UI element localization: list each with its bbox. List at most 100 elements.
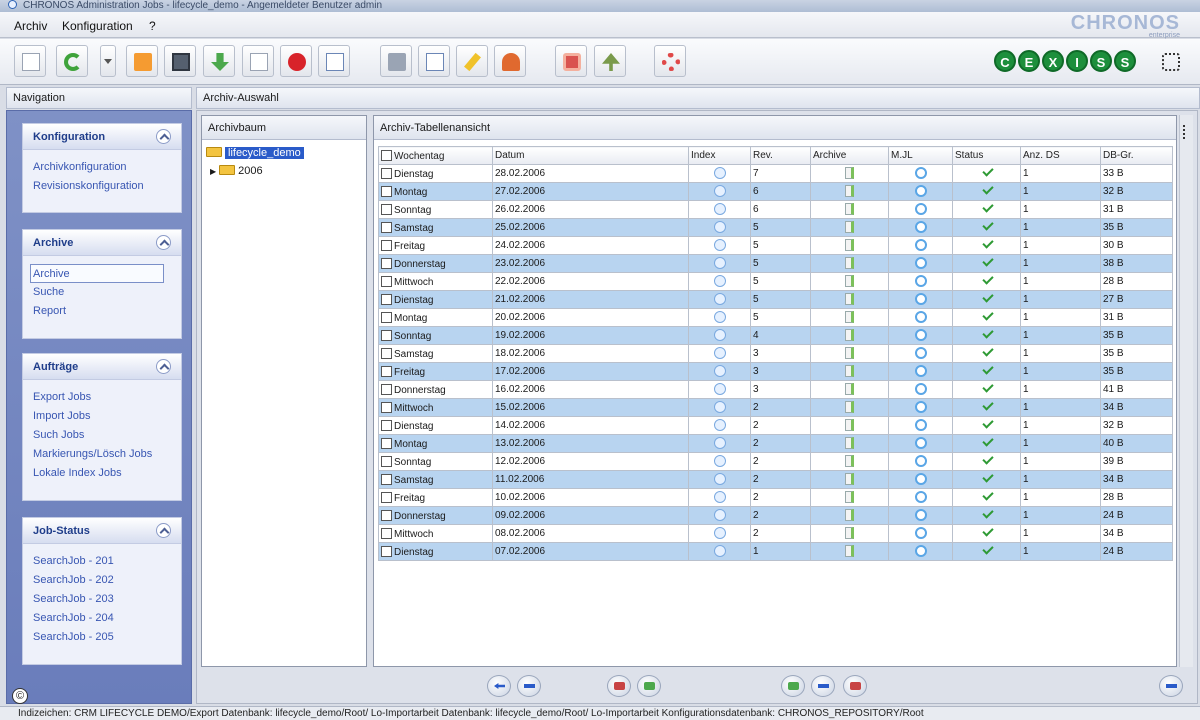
column-header-mjl[interactable]: M.JL: [888, 146, 953, 165]
mjl-icon[interactable]: [914, 491, 927, 503]
table-row[interactable]: Sonntag 19.02.2006 4 1 35 B: [378, 326, 1173, 345]
column-header-status[interactable]: Status: [952, 146, 1021, 165]
nav-group-header[interactable]: Job-Status: [23, 518, 181, 544]
nav-item-searchjob-203[interactable]: SearchJob - 203: [33, 590, 181, 609]
table-row[interactable]: Sonntag 12.02.2006 2 1 39 B: [378, 452, 1173, 471]
row-checkbox[interactable]: [381, 257, 392, 269]
mjl-icon[interactable]: [914, 545, 927, 557]
edit-button[interactable]: [456, 45, 488, 77]
mark-button[interactable]: [637, 675, 661, 697]
mjl-icon[interactable]: [914, 347, 927, 359]
side-scrollbar[interactable]: [1179, 115, 1193, 667]
delete-job-button[interactable]: [843, 675, 867, 697]
archive-file-icon[interactable]: [845, 365, 854, 377]
row-checkbox[interactable]: [381, 545, 392, 557]
mjl-icon[interactable]: [914, 311, 927, 323]
table-row[interactable]: Donnerstag 23.02.2006 5 1 38 B: [378, 254, 1173, 273]
download-button[interactable]: [203, 45, 235, 77]
mjl-icon[interactable]: [914, 239, 927, 251]
nav-item-markierungs-loesch-jobs[interactable]: Markierungs/Lösch Jobs: [33, 445, 181, 464]
save-button[interactable]: [164, 45, 196, 77]
archive-file-icon[interactable]: [845, 185, 854, 197]
mjl-icon[interactable]: [914, 437, 927, 449]
row-checkbox[interactable]: [381, 455, 392, 467]
table-row[interactable]: Samstag 18.02.2006 3 1 35 B: [378, 344, 1173, 363]
nav-group-header[interactable]: Aufträge: [23, 354, 181, 380]
row-checkbox[interactable]: [381, 437, 392, 449]
column-header-db-gr[interactable]: DB-Gr.: [1100, 146, 1173, 165]
collapse-chevron-icon[interactable]: [156, 523, 171, 538]
column-header-index[interactable]: Index: [688, 146, 751, 165]
table-row[interactable]: Donnerstag 09.02.2006 2 1 24 B: [378, 506, 1173, 525]
preview-button[interactable]: [318, 45, 350, 77]
archive-file-icon[interactable]: [845, 257, 854, 269]
refresh-dropdown-button[interactable]: [100, 45, 116, 77]
index-icon[interactable]: [713, 167, 726, 179]
row-checkbox[interactable]: [381, 491, 392, 503]
users-button[interactable]: [494, 45, 526, 77]
archive-file-icon[interactable]: [845, 491, 854, 503]
row-checkbox[interactable]: [381, 275, 392, 287]
nav-item-suche[interactable]: Suche: [33, 283, 181, 302]
move-left-button[interactable]: [487, 675, 511, 697]
mjl-icon[interactable]: [914, 509, 927, 521]
index-icon[interactable]: [713, 455, 726, 467]
archive-file-icon[interactable]: [845, 473, 854, 485]
new-doc-button[interactable]: [14, 45, 46, 77]
column-header-anz-ds[interactable]: Anz. DS: [1020, 146, 1101, 165]
mjl-icon[interactable]: [914, 275, 927, 287]
table-row[interactable]: Montag 27.02.2006 6 1 32 B: [378, 182, 1173, 201]
nav-group-header[interactable]: Archive: [23, 230, 181, 256]
collapse-chevron-icon[interactable]: [156, 235, 171, 250]
row-checkbox[interactable]: [381, 509, 392, 521]
row-checkbox[interactable]: [381, 239, 392, 251]
mjl-icon[interactable]: [914, 383, 927, 395]
table-row[interactable]: Freitag 17.02.2006 3 1 35 B: [378, 362, 1173, 381]
nav-item-searchjob-204[interactable]: SearchJob - 204: [33, 609, 181, 628]
table-row[interactable]: Samstag 25.02.2006 5 1 35 B: [378, 218, 1173, 237]
index-icon[interactable]: [713, 239, 726, 251]
nav-item-searchjob-201[interactable]: SearchJob - 201: [33, 552, 181, 571]
row-checkbox[interactable]: [381, 203, 392, 215]
row-checkbox[interactable]: [381, 365, 392, 377]
archive-file-icon[interactable]: [845, 455, 854, 467]
mjl-icon[interactable]: [914, 473, 927, 485]
row-checkbox[interactable]: [381, 419, 392, 431]
mjl-icon[interactable]: [914, 365, 927, 377]
index-icon[interactable]: [713, 383, 726, 395]
index-icon[interactable]: [713, 185, 726, 197]
mjl-icon[interactable]: [914, 221, 927, 233]
settings-button[interactable]: [1159, 675, 1183, 697]
nav-item-archivkonfiguration[interactable]: Archivkonfiguration: [33, 158, 181, 177]
delete-button[interactable]: [280, 45, 312, 77]
archive-file-icon[interactable]: [845, 239, 854, 251]
archive-box-button[interactable]: [380, 45, 412, 77]
remove-button[interactable]: [517, 675, 541, 697]
row-checkbox[interactable]: [381, 311, 392, 323]
nav-item-revisionskonfiguration[interactable]: Revisionskonfiguration: [33, 177, 181, 196]
table-row[interactable]: Mittwoch 15.02.2006 2 1 34 B: [378, 398, 1173, 417]
column-header-archive[interactable]: Archive: [810, 146, 889, 165]
tree-node-2006[interactable]: ▶ 2006: [210, 164, 263, 179]
index-icon[interactable]: [713, 311, 726, 323]
table-row[interactable]: Montag 13.02.2006 2 1 40 B: [378, 434, 1173, 453]
mjl-icon[interactable]: [914, 293, 927, 305]
expand-icon[interactable]: [1162, 53, 1180, 71]
table-row[interactable]: Freitag 24.02.2006 5 1 30 B: [378, 236, 1173, 255]
archive-file-icon[interactable]: [845, 293, 854, 305]
mjl-icon[interactable]: [914, 401, 927, 413]
archive-file-icon[interactable]: [845, 347, 854, 359]
open-button[interactable]: [126, 45, 158, 77]
mjl-icon[interactable]: [914, 203, 927, 215]
archive-file-icon[interactable]: [845, 401, 854, 413]
nav-item-lokale-index-jobs[interactable]: Lokale Index Jobs: [33, 464, 181, 483]
index-icon[interactable]: [713, 491, 726, 503]
table-row[interactable]: Dienstag 28.02.2006 7 1 33 B: [378, 164, 1173, 183]
nav-item-searchjob-202[interactable]: SearchJob - 202: [33, 571, 181, 590]
help-button[interactable]: [654, 45, 686, 77]
export-button[interactable]: [781, 675, 805, 697]
table-row[interactable]: Mittwoch 08.02.2006 2 1 34 B: [378, 524, 1173, 543]
archive-file-icon[interactable]: [845, 221, 854, 233]
column-header-datum[interactable]: Datum: [492, 146, 689, 165]
unmark-button[interactable]: [607, 675, 631, 697]
